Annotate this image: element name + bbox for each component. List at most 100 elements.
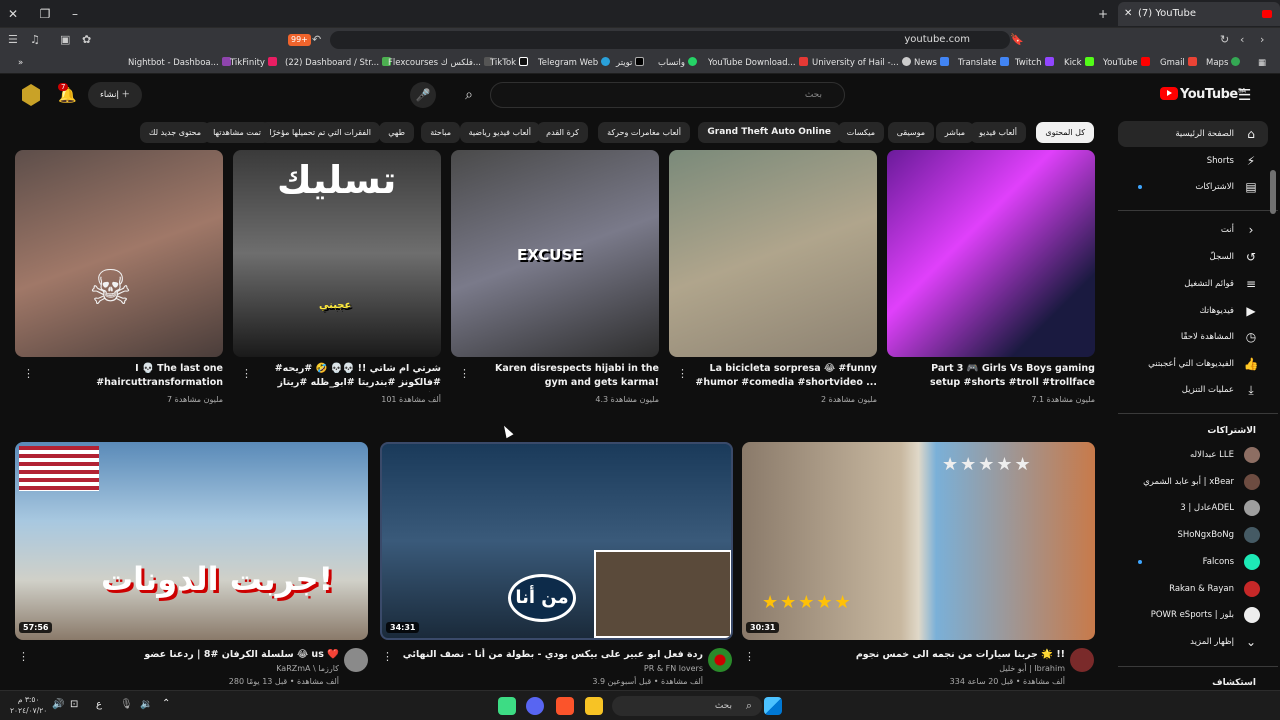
discord-icon[interactable] [526, 697, 544, 715]
screenshot-icon[interactable]: ▣ [60, 32, 70, 48]
file-explorer-icon[interactable] [585, 697, 603, 715]
more-options-icon[interactable]: ⋮ [23, 367, 34, 380]
bookmark-icon[interactable]: 🔖 [1010, 32, 1024, 48]
short-title[interactable]: I 💀 The last one #haircuttransformation [33, 362, 223, 392]
short-thumbnail[interactable]: EXCUSE [451, 150, 659, 357]
video-title[interactable]: ردة فعل ابو عبير على بيكس بودي - بطولة م… [398, 648, 703, 662]
chip[interactable]: ألعاب مغامرات وحركة [598, 122, 690, 143]
subscription-item[interactable]: POWR eSports | بلوز [1118, 602, 1268, 628]
url-field[interactable]: youtube.com [330, 31, 1010, 49]
chip-all[interactable]: كل المحتوى [1036, 122, 1094, 143]
subscription-item[interactable]: عادل | 3ADEL [1118, 495, 1268, 521]
volume-icon[interactable]: 🔉 [140, 699, 152, 710]
chip[interactable]: ميكسات [837, 122, 884, 143]
taskbar-search[interactable]: بحث ⌕ [612, 696, 762, 716]
new-tab-icon[interactable]: + [1094, 5, 1112, 23]
more-options-icon[interactable]: ⋮ [677, 367, 688, 380]
chip[interactable]: Grand Theft Auto Online [698, 122, 840, 143]
channel-avatar[interactable] [344, 648, 368, 672]
notifications-bell-icon[interactable]: 🔔 7 [58, 83, 77, 104]
create-button[interactable]: إنشاء ＋ [88, 82, 142, 108]
hamburger-menu-icon[interactable]: ☰ [1238, 86, 1251, 104]
bookmark-item[interactable]: YouTube Download... [708, 56, 808, 70]
video-title[interactable]: جربنا سيارات من نجمه الى خمس نجوم 🌟 !! [760, 648, 1065, 662]
bookmark-item[interactable]: واتساب [658, 56, 698, 70]
bookmark-item[interactable]: Kick [1064, 56, 1094, 70]
back-arrow-icon[interactable]: ↶ [312, 32, 321, 48]
search-icon[interactable]: ⌕ [450, 82, 488, 108]
microphone-icon[interactable]: 🎙 [120, 699, 133, 710]
minimize-window-icon[interactable]: – [66, 5, 84, 23]
youtube-logo[interactable]: YouTubeSA [1160, 87, 1246, 102]
short-title[interactable]: #شرتي ام شاتي !! 💀💀 🤣 #ريحه #فالكونز #بن… [251, 362, 441, 392]
chip[interactable]: الفقرات التي تم تحميلها مؤخرًا [260, 122, 380, 143]
forward-icon[interactable]: › [1260, 32, 1264, 48]
music-icon[interactable]: ♫ [30, 32, 40, 48]
voice-search-mic-icon[interactable]: 🎤 [410, 82, 436, 108]
chip[interactable]: طهي [379, 122, 414, 143]
channel-avatar[interactable] [1070, 648, 1094, 672]
sidebar-item-liked[interactable]: الفيديوهات التي أعجبتني 👍 [1118, 351, 1268, 377]
search-input[interactable]: بحث [490, 82, 845, 108]
show-more-button[interactable]: إظهار المزيد ⌄ [1118, 629, 1268, 655]
subscription-item[interactable]: Falcons [1118, 549, 1268, 575]
short-thumbnail[interactable]: ☠ [15, 150, 223, 357]
extensions-icon[interactable]: ✿ [82, 32, 91, 48]
bookmarks-overflow-icon[interactable]: » [18, 56, 23, 70]
subscription-item[interactable]: عبدالاله LLE [1118, 442, 1268, 468]
tab-youtube[interactable]: ✕ (7) YouTube [1118, 2, 1280, 26]
scrollbar-thumb[interactable] [1270, 170, 1276, 214]
bookmark-item[interactable]: (22) Dashboard / Str... [285, 56, 392, 70]
close-tab-icon[interactable]: ✕ [1124, 2, 1132, 26]
chip[interactable]: مباشر [935, 122, 974, 143]
bookmark-item[interactable]: TikFinity [230, 56, 277, 70]
apps-grid-icon[interactable]: ▦ [1258, 56, 1266, 70]
bookmark-item[interactable]: Translate [958, 56, 1009, 70]
sidebar-toggle-icon[interactable]: ☰ [8, 32, 18, 48]
account-avatar[interactable] [22, 84, 40, 106]
bookmark-item[interactable]: YouTube [1103, 56, 1150, 70]
chip[interactable]: محتوى جديد لك [139, 122, 210, 143]
sidebar-item-history[interactable]: السجلّ ↺ [1118, 244, 1268, 270]
bookmark-item[interactable]: Gmail [1160, 56, 1197, 70]
brave-browser-icon[interactable] [556, 697, 574, 715]
video-thumbnail[interactable]: ★★★★★ ★★★★★ 30:31 [742, 442, 1095, 640]
short-title[interactable]: La bicicleta sorpresa 😂 #funny #humor #c… [687, 362, 877, 392]
short-title[interactable]: Part 3 🎮 Girls Vs Boys gaming setup #sho… [905, 362, 1095, 392]
video-title[interactable]: سلسلة الكرفان #8 | ردعنا عضو 😂 us ❤️ [34, 648, 339, 662]
restore-window-icon[interactable]: ❐ [36, 5, 54, 23]
bookmark-item[interactable]: News [914, 56, 949, 70]
more-options-icon[interactable]: ⋮ [241, 367, 252, 380]
language-indicator[interactable]: ع [96, 699, 102, 710]
bookmark-item[interactable]: Nightbot - Dashboa... [128, 56, 231, 70]
subscription-item[interactable]: أبو عابد الشمري | xBear [1118, 469, 1268, 495]
bookmark-item[interactable]: Flexcourses فلكس ك... [388, 56, 493, 70]
more-options-icon[interactable]: ⋮ [744, 650, 755, 663]
bookmark-item[interactable]: Maps [1206, 56, 1241, 70]
sidebar-item-watch-later[interactable]: المشاهدة لاحقًا ◷ [1118, 324, 1268, 350]
sidebar-item-your-videos[interactable]: فيديوهاتك ▶ [1118, 298, 1268, 324]
chip[interactable]: تمت مشاهدتها [204, 122, 270, 143]
tray-chevron-up-icon[interactable]: ⌃ [162, 698, 170, 709]
windows-start-icon[interactable] [764, 697, 782, 715]
sidebar-item-subscriptions[interactable]: الاشتراكات ▤ [1118, 174, 1268, 200]
chip[interactable]: مباحثة [421, 122, 460, 143]
chip[interactable]: كرة القدم [537, 122, 588, 143]
channel-avatar[interactable] [708, 648, 732, 672]
more-options-icon[interactable]: ⋮ [18, 650, 29, 663]
bookmark-item[interactable]: تويتر [616, 56, 645, 70]
video-thumbnail[interactable]: من أنا 34:31 [380, 442, 733, 640]
chip[interactable]: ألعاب فيديو رياضية [459, 122, 540, 143]
more-options-icon[interactable]: ⋮ [382, 650, 393, 663]
brave-shield-icon[interactable]: 99+ [288, 34, 311, 46]
system-clock[interactable]: ٣:٥٠ م ٢٠٢٤/٠٧/٢٠ [10, 694, 47, 716]
video-thumbnail[interactable]: جربت الدونات! 57:56 [15, 442, 368, 640]
video-channel[interactable]: KaRZmA \ كارزما [34, 664, 339, 673]
bookmark-item[interactable]: Twitch [1015, 56, 1054, 70]
subscription-item[interactable]: Rakan & Rayan [1118, 576, 1268, 602]
sidebar-item-shorts[interactable]: Shorts ⚡ [1118, 148, 1268, 174]
short-thumbnail[interactable] [669, 150, 877, 357]
short-thumbnail[interactable] [887, 150, 1095, 357]
sidebar-item-playlists[interactable]: قوائم التشغيل ≡ [1118, 271, 1268, 297]
chip[interactable]: موسيقى [887, 122, 934, 143]
